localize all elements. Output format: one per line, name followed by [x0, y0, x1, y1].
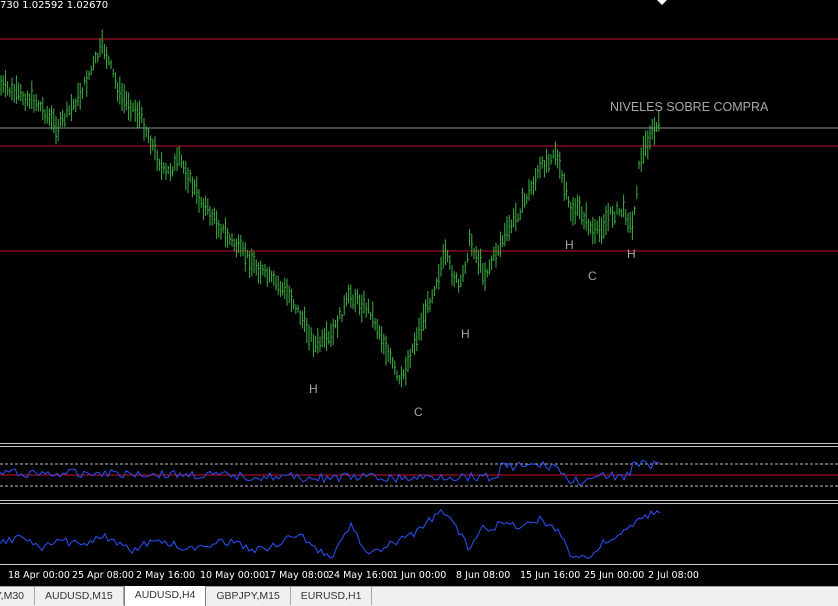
tab-eurusd-h1[interactable]: EURUSD,H1	[291, 587, 373, 605]
price-bars	[0, 29, 660, 388]
tab-audusd-h4[interactable]: AUDUSD,H4	[123, 586, 207, 606]
chart-tabs: PY,M30 AUDUSD,M15 AUDUSD,H4 GBPJPY,M15 E…	[0, 586, 838, 606]
tab-gbpjpy-m15[interactable]: GBPJPY,M15	[206, 587, 291, 605]
time-label: 1 Jun 00:00	[392, 570, 446, 581]
overbought-label: NIVELES SOBRE COMPRA	[610, 100, 769, 114]
marker-h-3: H	[565, 238, 574, 252]
chart-window[interactable]: 730 1.02592 1.02670 NIVELES SOBRE COMPRA…	[0, 0, 838, 586]
marker-c-2: C	[588, 269, 597, 283]
time-label: 17 May 08:00	[264, 570, 329, 581]
time-label: 24 May 16:00	[328, 570, 393, 581]
time-label: 18 Apr 00:00	[8, 570, 70, 581]
time-label: 2 Jul 08:00	[648, 570, 699, 581]
marker-h-4: H	[627, 247, 636, 261]
time-label: 25 Jun 00:00	[584, 570, 644, 581]
time-label: 10 May 00:00	[200, 570, 265, 581]
marker-c-1: C	[414, 405, 423, 419]
tab-py-m30[interactable]: PY,M30	[0, 587, 35, 605]
time-label: 2 May 16:00	[136, 570, 195, 581]
tab-audusd-m15[interactable]: AUDUSD,M15	[35, 587, 124, 605]
time-axis: 18 Apr 00:00 25 Apr 08:00 2 May 16:00 10…	[8, 570, 699, 581]
scroll-marker-icon	[657, 0, 667, 5]
time-label: 8 Jun 08:00	[456, 570, 510, 581]
oscillator-2-line	[0, 508, 661, 559]
chart-canvas[interactable]: NIVELES SOBRE COMPRA H C H H C H 18 Apr …	[0, 0, 838, 586]
time-label: 25 Apr 08:00	[72, 570, 134, 581]
time-label: 15 Jun 16:00	[520, 570, 580, 581]
marker-h-2: H	[461, 327, 470, 341]
marker-h-1: H	[309, 382, 318, 396]
